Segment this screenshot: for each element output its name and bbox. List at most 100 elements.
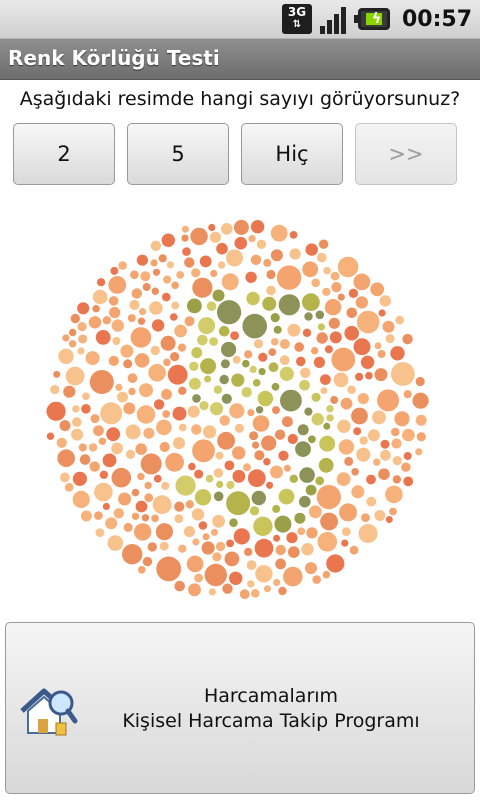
plate-dot	[192, 277, 213, 298]
plate-dot	[203, 425, 217, 439]
plate-dot	[173, 437, 185, 450]
plate-dot	[77, 322, 87, 332]
plate-dot	[226, 249, 243, 267]
plate-dot	[109, 306, 121, 319]
plate-dot	[251, 490, 266, 506]
plate-dot	[366, 474, 376, 485]
plate-dot	[215, 541, 226, 552]
plate-dot	[326, 414, 334, 422]
promo-banner-button[interactable]: Harcamalarım Kişisel Harcama Takip Progr…	[5, 622, 475, 794]
plate-dot	[357, 393, 369, 405]
plate-dot	[99, 470, 109, 479]
plate-dot	[71, 428, 84, 441]
plate-dot	[198, 521, 208, 530]
plate-dot	[53, 370, 61, 378]
plate-dot	[377, 350, 386, 358]
plate-dot	[127, 373, 138, 384]
plate-dot	[191, 508, 205, 521]
plate-dot	[339, 503, 357, 522]
status-bar: 3G ⇅ ϟ 00:57	[0, 0, 480, 39]
plate-dot	[274, 429, 286, 440]
plate-dot	[188, 377, 201, 390]
plate-dot	[341, 527, 351, 536]
plate-dot	[232, 355, 241, 364]
answer-button-5[interactable]: 5	[127, 123, 229, 185]
plate-dot	[271, 338, 279, 346]
plate-dot	[402, 428, 415, 442]
plate-dot	[176, 271, 185, 279]
plate-dot	[243, 463, 251, 472]
plate-dot	[181, 225, 189, 233]
answer-button-2[interactable]: 2	[13, 123, 115, 185]
plate-dot	[150, 345, 160, 356]
plate-dot	[189, 361, 199, 371]
plate-dot	[111, 319, 125, 332]
plate-dot	[46, 401, 66, 421]
plate-dot	[139, 383, 153, 398]
plate-dot	[78, 443, 87, 452]
plate-dot	[128, 387, 136, 396]
plate-dot	[177, 343, 187, 352]
plate-dot	[351, 407, 368, 425]
plate-dot	[144, 481, 152, 490]
plate-dot	[304, 312, 313, 321]
plate-dot	[275, 558, 286, 570]
plate-dot	[95, 330, 111, 345]
plate-dot	[77, 347, 85, 355]
plate-dot	[317, 532, 338, 552]
plate-dot	[199, 255, 212, 268]
plate-dot	[252, 379, 261, 387]
plate-dot	[380, 449, 391, 461]
plate-dot	[239, 589, 250, 600]
plate-dot	[245, 271, 257, 283]
plate-dot	[402, 333, 413, 345]
plate-dot	[131, 288, 142, 299]
plate-dot	[191, 424, 202, 435]
plate-dot	[59, 420, 71, 432]
plate-dot	[311, 392, 321, 402]
plate-dot	[322, 287, 331, 296]
plate-dot	[295, 441, 311, 457]
plate-dot	[294, 512, 306, 524]
plate-dot	[256, 239, 267, 249]
plate-dot	[113, 508, 125, 519]
plate-dot	[330, 396, 339, 404]
plate-dot	[244, 547, 253, 557]
plate-dot	[142, 283, 151, 291]
plate-dot	[122, 544, 143, 565]
plate-dot	[263, 585, 271, 593]
answer-button-none[interactable]: Hiç	[241, 123, 343, 185]
plate-dot	[118, 492, 132, 506]
plate-dot	[165, 452, 185, 472]
plate-dot	[336, 472, 351, 486]
plate-dot	[110, 266, 119, 275]
plate-dot	[374, 368, 388, 382]
plate-dot	[250, 220, 265, 234]
plate-dot	[320, 512, 338, 531]
plate-dot	[372, 410, 386, 425]
plate-dot	[70, 313, 80, 324]
plate-dot	[224, 460, 235, 471]
plate-dot	[212, 552, 222, 562]
plate-dot	[127, 314, 136, 323]
plate-dot	[57, 449, 75, 467]
plate-dot	[191, 347, 203, 359]
plate-dot	[174, 580, 185, 592]
plate-dot	[302, 293, 320, 312]
plate-dot	[286, 532, 298, 544]
plate-dot	[229, 403, 245, 419]
next-button[interactable]: >>	[355, 123, 457, 185]
plate-dot	[374, 342, 382, 350]
plate-dot	[370, 282, 385, 297]
plate-dot	[187, 405, 200, 418]
plate-dot	[204, 563, 227, 587]
plate-dot	[192, 538, 200, 546]
plate-dot	[255, 565, 273, 583]
plate-dot	[366, 496, 377, 507]
plate-dot	[330, 271, 340, 281]
plate-dot	[394, 411, 410, 427]
plate-dot	[304, 407, 313, 416]
plate-dot	[242, 359, 250, 368]
plate-dot	[174, 324, 188, 338]
plate-dot	[107, 535, 124, 551]
